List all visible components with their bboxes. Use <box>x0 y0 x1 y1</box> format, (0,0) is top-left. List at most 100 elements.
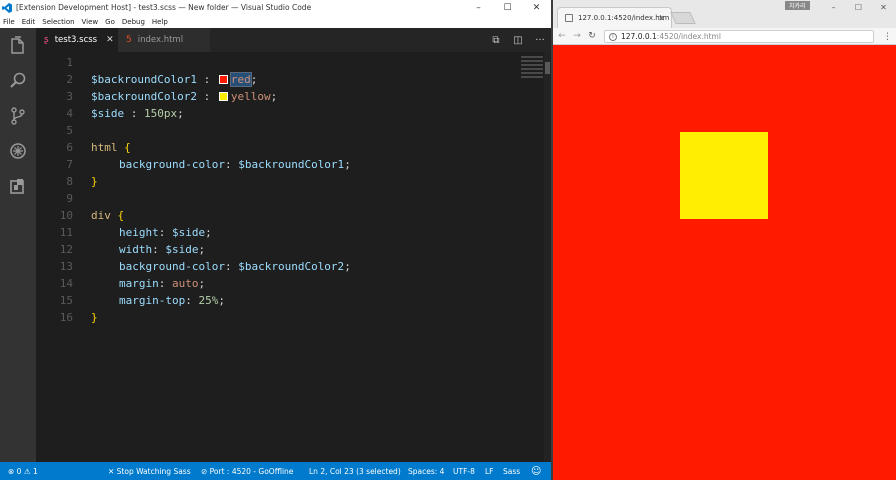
code-line: 8 } <box>36 173 536 190</box>
brace: { <box>110 209 125 222</box>
new-tab-button[interactable] <box>670 12 696 24</box>
code-text: div { <box>91 209 124 222</box>
encoding[interactable]: UTF-8 <box>453 462 475 480</box>
code-editor[interactable]: 1 2 $backroundColor1 : red; 3 $backround… <box>36 52 551 462</box>
code-line: 6 html { <box>36 139 536 156</box>
property: background-color <box>119 158 225 171</box>
semicolon: ; <box>177 107 184 120</box>
cursor-position[interactable]: Ln 2, Col 23 (3 selected) <box>309 462 401 480</box>
menu-selection[interactable]: Selection <box>42 18 74 26</box>
yellow-div <box>680 132 768 219</box>
end-of-line[interactable]: LF <box>485 462 494 480</box>
warning-count: 1 <box>32 466 38 476</box>
open-changes-icon[interactable]: ⧉ <box>485 28 507 52</box>
explorer-icon[interactable] <box>6 34 30 58</box>
colon: : <box>158 277 172 290</box>
menu-debug[interactable]: Debug <box>122 18 145 26</box>
editor-scrollbar[interactable] <box>544 52 551 462</box>
profile-badge[interactable]: 치카리 <box>785 1 810 10</box>
browser-menu-icon[interactable]: ⋮ <box>883 28 892 45</box>
line-number: 11 <box>59 226 73 239</box>
line-number: 13 <box>59 260 73 273</box>
color-swatch-red[interactable] <box>218 75 228 84</box>
minimize-button[interactable]: – <box>821 0 846 15</box>
property: background-color <box>119 260 225 273</box>
browser-window: 127.0.0.1:4520/index.htm ✕ 치카리 – ☐ ✕ ← →… <box>553 0 896 480</box>
page-viewport <box>553 46 896 480</box>
close-button[interactable]: ✕ <box>871 0 896 15</box>
code-line: 4 $side : 150px; <box>36 105 536 122</box>
scrollbar-thumb[interactable] <box>545 62 550 74</box>
menu-file[interactable]: File <box>3 18 15 26</box>
code-line: 10 div { <box>36 207 536 224</box>
separator: : <box>124 107 144 120</box>
split-editor-icon[interactable]: ◫ <box>507 28 529 52</box>
semicolon: ; <box>198 277 206 290</box>
more-actions-icon[interactable]: ··· <box>529 28 551 52</box>
colon: : <box>152 243 166 256</box>
search-icon[interactable] <box>6 69 30 93</box>
tab-label: index.html <box>137 35 184 45</box>
line-number: 5 <box>66 124 73 137</box>
address-bar[interactable]: i 127.0.0.1:4520/index.html <box>604 30 874 43</box>
error-icon: ⊗ <box>8 466 17 476</box>
maximize-button[interactable]: ☐ <box>846 0 871 15</box>
semicolon: ; <box>218 294 225 307</box>
menu-go[interactable]: Go <box>105 18 115 26</box>
close-button[interactable]: ✕ <box>522 0 551 15</box>
code-line: 3 $backroundColor2 : yellow; <box>36 88 536 105</box>
vscode-titlebar: [Extension Development Host] - test3.scs… <box>0 0 551 15</box>
reload-icon[interactable]: ↻ <box>586 28 598 45</box>
code-text: $backroundColor2 : yellow; <box>91 90 277 103</box>
debug-icon[interactable] <box>6 139 30 163</box>
back-icon[interactable]: ← <box>556 28 568 45</box>
activity-bar <box>0 28 36 462</box>
menu-help[interactable]: Help <box>152 18 168 26</box>
feedback-smiley-icon[interactable]: ☺ <box>531 462 541 480</box>
line-number: 16 <box>59 311 73 324</box>
brace: } <box>91 175 98 188</box>
maximize-button[interactable]: ☐ <box>493 0 522 15</box>
tab-index-html[interactable]: 5 index.html <box>118 28 210 52</box>
language-mode[interactable]: Sass <box>503 462 520 480</box>
colon: : <box>224 260 239 273</box>
property: margin <box>119 277 159 290</box>
close-tab-icon[interactable]: ✕ <box>106 35 114 45</box>
html-file-icon: 5 <box>126 35 132 45</box>
code-line: 1 <box>36 54 536 71</box>
tab-label: test3.scss <box>54 35 98 45</box>
forward-icon[interactable]: → <box>571 28 583 45</box>
line-number: 6 <box>66 141 73 154</box>
browser-tab-strip: 127.0.0.1:4520/index.htm ✕ 치카리 – ☐ ✕ <box>553 0 896 28</box>
code-text: $side : 150px; <box>91 107 184 120</box>
code-text: } <box>91 311 98 324</box>
browser-tab[interactable]: 127.0.0.1:4520/index.htm ✕ <box>557 7 672 28</box>
menu-view[interactable]: View <box>82 18 99 26</box>
line-number: 7 <box>66 158 73 171</box>
extensions-icon[interactable] <box>6 174 30 198</box>
color-swatch-yellow[interactable] <box>218 92 228 101</box>
stop-watching-sass-button[interactable]: ✕ Stop Watching Sass <box>108 462 191 480</box>
problems-indicator[interactable]: ⊗ 0 ⚠ 1 <box>8 462 38 480</box>
window-title: [Extension Development Host] - test3.scs… <box>16 3 312 12</box>
desktop: [Extension Development Host] - test3.scs… <box>0 0 896 480</box>
value: yellow <box>230 90 271 103</box>
source-control-icon[interactable] <box>6 104 30 128</box>
selector: html <box>91 141 118 154</box>
live-server-port-button[interactable]: ⊘ Port : 4520 - GoOffline <box>201 462 293 480</box>
semicolon: ; <box>270 90 278 103</box>
minimize-button[interactable]: – <box>464 0 493 15</box>
property: height <box>119 226 159 239</box>
semicolon: ; <box>198 243 206 256</box>
tab-test3-scss[interactable]: ʂ test3.scss ✕ <box>36 28 118 52</box>
browser-toolbar: ← → ↻ i 127.0.0.1:4520/index.html ⋮ <box>553 28 896 45</box>
browser-window-controls: – ☐ ✕ <box>821 0 896 15</box>
menu-edit[interactable]: Edit <box>22 18 36 26</box>
indentation[interactable]: Spaces: 4 <box>408 462 444 480</box>
close-tab-icon[interactable]: ✕ <box>658 14 665 23</box>
code-text: $backroundColor1 : red; <box>91 72 257 87</box>
brace: { <box>117 141 131 154</box>
line-number: 1 <box>66 56 73 69</box>
info-icon[interactable]: i <box>609 32 617 41</box>
line-number: 3 <box>66 90 73 103</box>
